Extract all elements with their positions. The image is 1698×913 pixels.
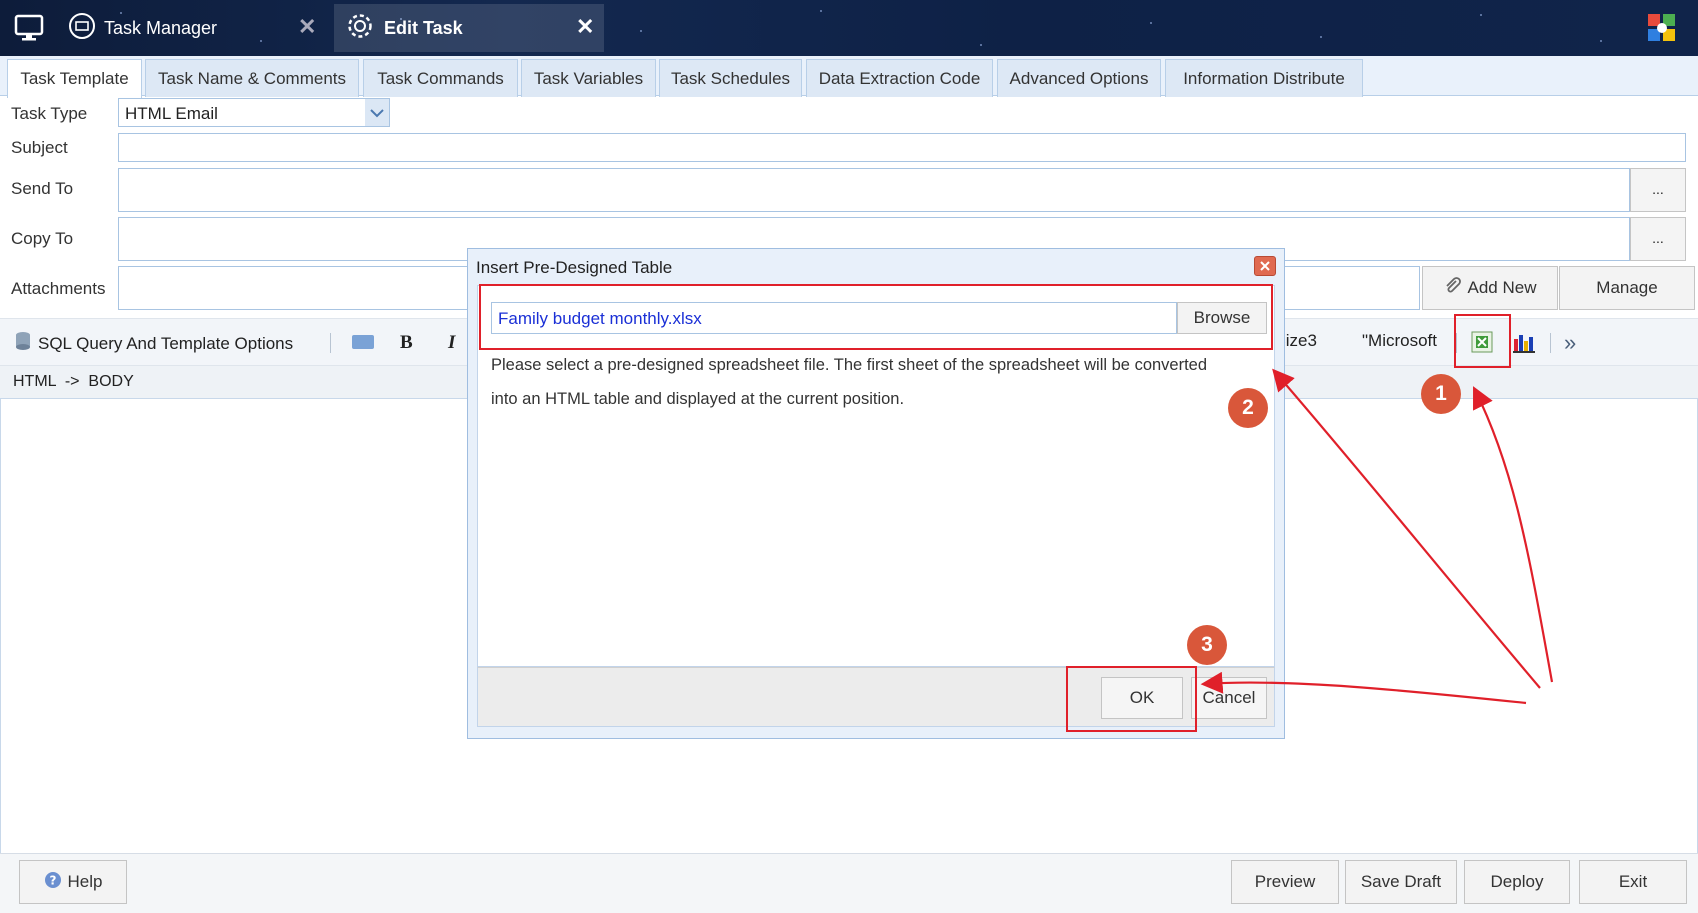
bold-button[interactable]: B — [400, 332, 413, 354]
attachments-label: Attachments — [11, 279, 106, 298]
manage-button[interactable]: Manage — [1559, 266, 1695, 310]
footer-bar: ? Help Preview Save Draft Deploy Exit — [0, 853, 1698, 913]
tab-label: Data Extraction Code — [818, 68, 981, 88]
tab-edit-task[interactable]: Edit Task — [334, 4, 604, 52]
copy-to-label: Copy To — [11, 229, 74, 248]
tab-edit-task-label: Edit Task — [384, 17, 463, 38]
close-edit-task-icon[interactable]: ✕ — [576, 14, 594, 40]
paperclip-icon — [1444, 276, 1462, 300]
more-tools-icon[interactable]: » — [1564, 330, 1576, 356]
tab-task-schedules[interactable]: Task Schedules — [659, 59, 802, 97]
tab-task-commands[interactable]: Task Commands — [363, 59, 518, 97]
italic-button[interactable]: I — [448, 332, 455, 354]
monitor-icon[interactable] — [14, 14, 44, 47]
toolbar-divider — [1550, 333, 1551, 353]
path-text: HTML -> BODY — [13, 373, 134, 390]
chevron-down-icon — [365, 99, 389, 126]
svg-text:?: ? — [49, 873, 56, 887]
sql-options-button[interactable]: SQL Query And Template Options — [14, 331, 293, 356]
subject-label: Subject — [11, 138, 68, 157]
tab-label: Task Schedules — [670, 68, 791, 88]
help-label: Help — [67, 872, 103, 891]
app-logo-icon[interactable] — [1646, 12, 1678, 49]
font-name-select[interactable]: "Microsoft — [1362, 331, 1437, 351]
exit-button[interactable]: Exit — [1579, 860, 1687, 904]
tab-label: Task Variables — [533, 68, 644, 88]
title-bar: Task Manager ✕ Edit Task ✕ — [0, 0, 1698, 56]
task-manager-icon — [68, 12, 96, 45]
subject-input[interactable] — [118, 133, 1686, 162]
tab-data-extraction-code[interactable]: Data Extraction Code — [806, 59, 993, 97]
task-type-select[interactable]: HTML Email — [118, 98, 390, 127]
highlight-ok-button — [1066, 666, 1197, 732]
step-badge-2: 2 — [1228, 388, 1268, 428]
step-badge-3: 3 — [1187, 625, 1227, 665]
close-icon[interactable] — [1254, 256, 1276, 276]
task-type-label: Task Type — [11, 104, 88, 123]
save-draft-button[interactable]: Save Draft — [1345, 860, 1457, 904]
dialog-title: Insert Pre-Designed Table — [476, 258, 673, 277]
add-new-button[interactable]: Add New — [1422, 266, 1558, 310]
step-badge-1: 1 — [1421, 374, 1461, 414]
cancel-button[interactable]: Cancel — [1191, 677, 1267, 719]
send-to-browse-button[interactable]: ... — [1630, 168, 1686, 212]
tab-task-template[interactable]: Task Template — [7, 59, 142, 98]
chart-icon[interactable] — [1512, 331, 1536, 358]
database-icon — [14, 331, 32, 356]
highlight-excel-icon — [1454, 314, 1511, 368]
tab-task-manager-label: Task Manager — [104, 17, 218, 38]
tab-label: Task Name & Comments — [158, 68, 346, 88]
tab-information-distribute[interactable]: Information Distribute — [1165, 59, 1363, 97]
close-task-manager-icon[interactable]: ✕ — [298, 14, 316, 40]
task-tabs: Task Template Task Name & Comments Task … — [0, 56, 1698, 98]
highlight-file-row — [479, 284, 1273, 350]
deploy-button[interactable]: Deploy — [1464, 860, 1570, 904]
tab-label: Task Template — [20, 69, 129, 88]
tab-label: Task Commands — [377, 68, 504, 88]
help-button[interactable]: ? Help — [19, 860, 127, 904]
tab-label: Advanced Options — [1009, 68, 1149, 88]
tab-task-variables[interactable]: Task Variables — [521, 59, 656, 97]
toolbar-divider — [330, 333, 331, 353]
send-to-input[interactable] — [118, 168, 1630, 212]
task-type-value: HTML Email — [125, 104, 218, 123]
help-icon: ? — [44, 871, 62, 894]
tab-task-manager[interactable]: Task Manager — [68, 4, 318, 52]
tab-advanced-options[interactable]: Advanced Options — [997, 59, 1161, 97]
gear-icon — [346, 12, 374, 45]
dialog-description: Please select a pre-designed spreadsheet… — [491, 356, 1208, 408]
send-to-label: Send To — [11, 179, 74, 198]
tab-task-name-comments[interactable]: Task Name & Comments — [145, 59, 359, 97]
sql-options-label: SQL Query And Template Options — [38, 333, 294, 353]
add-new-label: Add New — [1467, 278, 1537, 297]
tab-label: Information Distribute — [1183, 68, 1345, 88]
html-source-icon[interactable] — [352, 335, 374, 349]
copy-to-browse-button[interactable]: ... — [1630, 217, 1686, 261]
preview-button[interactable]: Preview — [1231, 860, 1339, 904]
